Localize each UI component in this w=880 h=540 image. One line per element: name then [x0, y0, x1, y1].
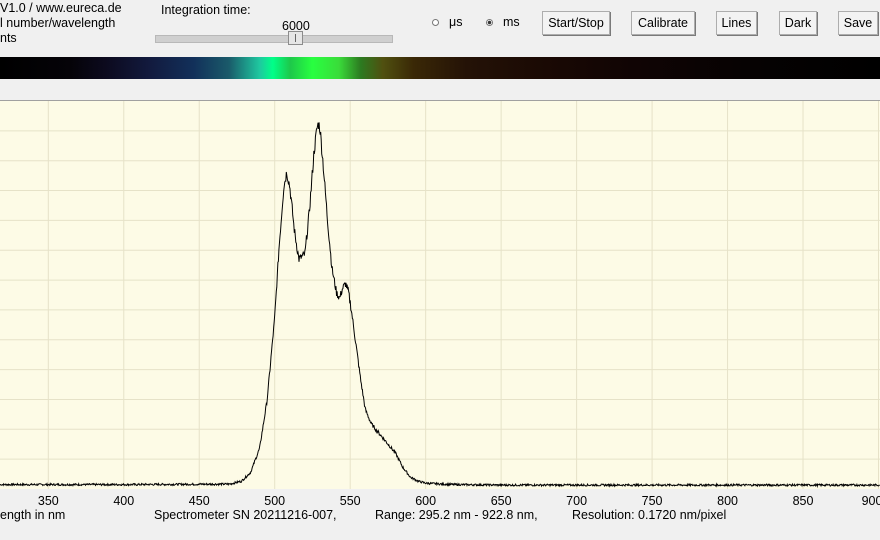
x-tick-label: 650 — [490, 494, 512, 508]
x-tick-label: 350 — [37, 494, 59, 508]
x-axis-title: ength in nm — [0, 508, 66, 522]
lines-button[interactable]: Lines — [716, 11, 757, 35]
dark-button[interactable]: Dark — [779, 11, 817, 35]
radio-circle-icon[interactable] — [432, 18, 439, 26]
app-version-line: V1.0 / www.eureca.de — [0, 1, 122, 15]
x-tick-label: 700 — [566, 494, 588, 508]
spectrum-plot-area[interactable] — [0, 101, 880, 489]
x-axis-ticks: 350 400 450 500 550 600 650 700 750 800 850 900 — [0, 494, 880, 508]
spectrometer-serial: Spectrometer SN 20211216-007, — [154, 508, 337, 522]
start-stop-button[interactable]: Start/Stop — [542, 11, 610, 35]
x-tick-label: 500 — [264, 494, 286, 508]
unit-radio-ms-label: ms — [503, 15, 520, 29]
save-button[interactable]: Save — [838, 11, 878, 35]
counts-line: nts — [0, 31, 17, 45]
resolution-info: Resolution: 0.1720 nm/pixel — [572, 508, 727, 522]
integration-time-label: Integration time: — [161, 3, 251, 17]
integration-time-slider[interactable] — [155, 35, 393, 43]
axis-mode-line: l number/wavelength — [0, 16, 116, 30]
x-tick-label: 450 — [188, 494, 210, 508]
x-tick-label: 750 — [641, 494, 663, 508]
spectrum-color-bar — [0, 57, 880, 79]
unit-radio-ms[interactable]: ms — [486, 15, 520, 29]
integration-slider-thumb[interactable] — [287, 31, 303, 45]
calibrate-button[interactable]: Calibrate — [631, 11, 695, 35]
unit-radio-us-label: μs — [449, 15, 463, 29]
x-tick-label: 600 — [415, 494, 437, 508]
x-tick-label: 800 — [717, 494, 738, 508]
x-tick-label: 400 — [113, 494, 135, 508]
radio-circle-icon[interactable] — [486, 18, 493, 26]
wavelength-range: Range: 295.2 nm - 922.8 nm, — [375, 508, 538, 522]
x-tick-label: 850 — [792, 494, 814, 508]
spectrum-chart — [0, 101, 880, 489]
unit-radio-us[interactable]: μs — [432, 15, 462, 29]
x-tick-label: 550 — [339, 494, 361, 508]
app-info: V1.0 / www.eureca.de l number/wavelength… — [0, 1, 122, 46]
spectrum-trace — [0, 122, 880, 489]
x-tick-label: 900 — [861, 494, 880, 508]
